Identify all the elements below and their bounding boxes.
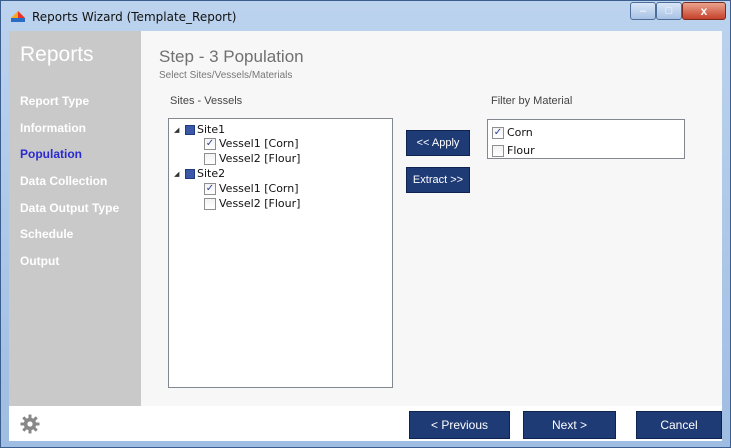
window-controls: – □ x [630,2,726,20]
gear-icon[interactable] [20,414,40,434]
tree-node-vessel[interactable]: ✓ Vessel1 [Corn] [204,137,299,150]
close-button[interactable]: x [682,2,726,20]
window-title: Reports Wizard (Template_Report) [32,10,237,24]
title-bar[interactable]: Reports Wizard (Template_Report) – □ x [1,1,730,31]
sidebar: Reports Report Type Information Populati… [9,31,141,406]
pie-chart-icon [11,11,25,22]
tree-node-label: Vessel2 [Flour] [219,197,301,210]
material-filter-list[interactable]: ✓ Corn Flour [487,119,685,159]
tree-node-site2[interactable]: ◢ Site2 [174,167,225,180]
sidebar-item-information[interactable]: Information [20,121,86,135]
step-content: Step - 3 Population Select Sites/Vessels… [141,31,722,406]
tree-node-label: Site2 [197,167,226,180]
reports-wizard-window: Reports Wizard (Template_Report) – □ x R… [0,0,731,448]
material-label: Corn [507,126,533,139]
sites-vessels-label: Sites - Vessels [170,95,243,107]
sidebar-item-schedule[interactable]: Schedule [20,227,73,241]
sidebar-item-population[interactable]: Population [20,147,82,161]
material-item-flour[interactable]: Flour [492,144,535,157]
checkbox[interactable]: ✓ [204,137,216,150]
checkbox[interactable]: ✓ [492,126,504,139]
sidebar-item-report-type[interactable]: Report Type [20,94,89,108]
triangle-down-icon[interactable]: ◢ [174,170,182,178]
checkbox[interactable] [204,152,216,165]
sidebar-item-data-output-type[interactable]: Data Output Type [20,201,119,215]
tree-node-label: Site1 [197,123,226,136]
wizard-client-area: Reports Report Type Information Populati… [9,31,722,441]
wizard-footer: < Previous Next > Cancel [9,406,722,441]
tree-node-label: Vessel1 [Corn] [219,137,299,150]
step-subtitle: Select Sites/Vessels/Materials [159,70,293,81]
tree-node-vessel[interactable]: ✓ Vessel1 [Corn] [204,182,299,195]
checkbox[interactable] [204,197,216,210]
filter-by-material-label: Filter by Material [491,95,573,107]
material-label: Flour [507,144,535,157]
next-button[interactable]: Next > [523,411,616,439]
sites-vessels-tree[interactable]: ◢ Site1 ✓ Vessel1 [Corn] Vessel2 [Flour]… [168,118,393,388]
triangle-down-icon[interactable]: ◢ [174,126,182,134]
minimize-button[interactable]: – [630,2,656,20]
cancel-button[interactable]: Cancel [636,411,722,439]
checkbox[interactable] [492,144,504,157]
sidebar-title: Reports [20,43,94,66]
extract-button[interactable]: Extract >> [406,167,470,193]
step-title: Step - 3 Population [159,47,304,66]
maximize-button[interactable]: □ [656,2,682,20]
tree-node-vessel[interactable]: Vessel2 [Flour] [204,152,300,165]
tree-node-site1[interactable]: ◢ Site1 [174,123,225,136]
tree-node-label: Vessel1 [Corn] [219,182,299,195]
square-icon [185,168,195,179]
apply-button[interactable]: << Apply [406,130,470,156]
checkbox[interactable]: ✓ [204,182,216,195]
tree-node-label: Vessel2 [Flour] [219,152,301,165]
material-item-corn[interactable]: ✓ Corn [492,126,533,139]
previous-button[interactable]: < Previous [409,411,510,439]
tree-node-vessel[interactable]: Vessel2 [Flour] [204,197,300,210]
sidebar-item-output[interactable]: Output [20,254,59,268]
square-icon [185,124,195,135]
sidebar-item-data-collection[interactable]: Data Collection [20,174,107,188]
